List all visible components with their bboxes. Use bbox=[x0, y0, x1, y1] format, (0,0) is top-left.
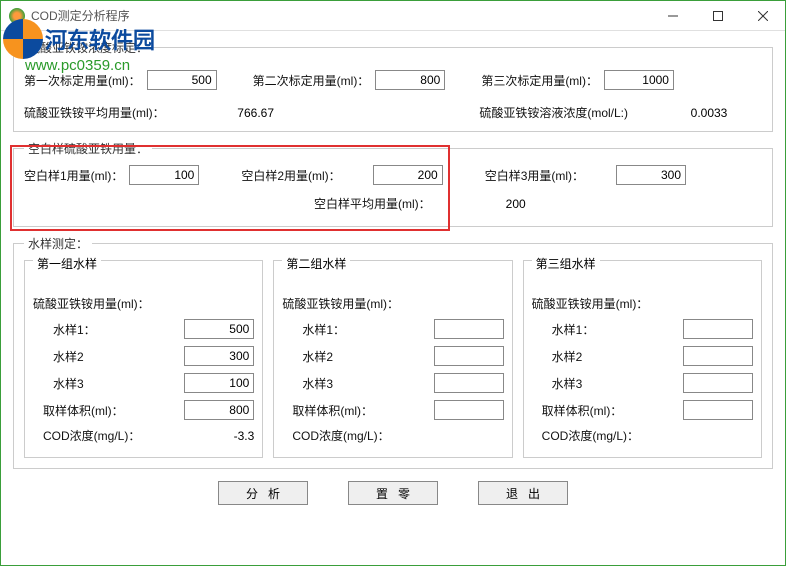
sample-group-2: 第二组水样硫酸亚铁铵用量(ml)：水样1：水样2水样3取样体积(ml)：COD浓… bbox=[273, 260, 512, 458]
cal1-input[interactable] bbox=[147, 70, 217, 90]
calibration-legend: 硫酸亚铁铵浓度标定： bbox=[24, 39, 152, 56]
window-title: COD测定分析程序 bbox=[31, 7, 650, 24]
s2-input[interactable] bbox=[184, 346, 254, 366]
blank3-input[interactable] bbox=[616, 165, 686, 185]
vol-input[interactable] bbox=[434, 400, 504, 420]
reset-button[interactable]: 置零 bbox=[348, 481, 438, 505]
cal-conc-label: 硫酸亚铁铵溶液浓度(mol/L:) bbox=[479, 104, 628, 121]
cal-avg-value: 766.67 bbox=[221, 106, 291, 120]
minimize-button[interactable] bbox=[650, 1, 695, 31]
cod-label: COD浓度(mg/L)： bbox=[33, 427, 143, 444]
blank2-label: 空白样2用量(ml)： bbox=[241, 167, 340, 184]
sample-group-1: 第一组水样硫酸亚铁铵用量(ml)：水样1：水样2水样3取样体积(ml)：COD浓… bbox=[24, 260, 263, 458]
button-bar: 分析 置零 退出 bbox=[13, 481, 773, 505]
blank2-input[interactable] bbox=[373, 165, 443, 185]
group-title: 第二组水样 bbox=[282, 255, 350, 272]
highlight-box bbox=[10, 145, 450, 231]
group-title: 第三组水样 bbox=[532, 255, 600, 272]
s2-label: 水样2 bbox=[33, 348, 143, 365]
fas-label: 硫酸亚铁铵用量(ml)： bbox=[532, 295, 649, 312]
cal3-label: 第三次标定用量(ml)： bbox=[481, 72, 598, 89]
blank-avg-value: 200 bbox=[481, 197, 551, 211]
blank1-label: 空白样1用量(ml)： bbox=[24, 167, 123, 184]
s3-input[interactable] bbox=[683, 373, 753, 393]
s3-input[interactable] bbox=[434, 373, 504, 393]
s2-label: 水样2 bbox=[282, 348, 392, 365]
blank-avg-label: 空白样平均用量(ml)： bbox=[314, 195, 431, 212]
window-controls bbox=[650, 1, 785, 30]
exit-button[interactable]: 退出 bbox=[478, 481, 568, 505]
cod-value: -3.3 bbox=[194, 429, 254, 443]
cal2-label: 第二次标定用量(ml)： bbox=[253, 72, 370, 89]
cal-conc-value: 0.0033 bbox=[674, 106, 744, 120]
cal2-input[interactable] bbox=[375, 70, 445, 90]
analyze-button[interactable]: 分析 bbox=[218, 481, 308, 505]
s1-label: 水样1： bbox=[33, 321, 143, 338]
calibration-group: 硫酸亚铁铵浓度标定： 第一次标定用量(ml)： 第二次标定用量(ml)： 第三次… bbox=[13, 39, 773, 132]
s3-label: 水样3 bbox=[532, 375, 642, 392]
samples-legend: 水样测定： bbox=[24, 235, 92, 252]
vol-label: 取样体积(ml)： bbox=[532, 402, 642, 419]
cal-avg-label: 硫酸亚铁铵平均用量(ml)： bbox=[24, 104, 165, 121]
close-button[interactable] bbox=[740, 1, 785, 31]
s1-input[interactable] bbox=[683, 319, 753, 339]
vol-input[interactable] bbox=[184, 400, 254, 420]
vol-label: 取样体积(ml)： bbox=[282, 402, 392, 419]
titlebar: COD测定分析程序 bbox=[1, 1, 785, 31]
blank-legend: 空白样硫酸亚铁用量： bbox=[24, 140, 152, 157]
maximize-button[interactable] bbox=[695, 1, 740, 31]
s2-label: 水样2 bbox=[532, 348, 642, 365]
s1-input[interactable] bbox=[184, 319, 254, 339]
s2-input[interactable] bbox=[683, 346, 753, 366]
blank-group: 空白样硫酸亚铁用量： 空白样1用量(ml)： 空白样2用量(ml)： 空白样3用… bbox=[13, 140, 773, 227]
s3-label: 水样3 bbox=[33, 375, 143, 392]
vol-label: 取样体积(ml)： bbox=[33, 402, 143, 419]
group-title: 第一组水样 bbox=[33, 255, 101, 272]
cal3-input[interactable] bbox=[604, 70, 674, 90]
samples-group: 水样测定： 第一组水样硫酸亚铁铵用量(ml)： 水样1： 水样2 水样3 取样体积(ml… bbox=[13, 235, 773, 469]
s1-label: 水样1： bbox=[282, 321, 392, 338]
s3-label: 水样3 bbox=[282, 375, 392, 392]
app-icon bbox=[9, 8, 25, 24]
s1-label: 水样1： bbox=[532, 321, 642, 338]
sample-group-3: 第三组水样硫酸亚铁铵用量(ml)：水样1：水样2水样3取样体积(ml)：COD浓… bbox=[523, 260, 762, 458]
s3-input[interactable] bbox=[184, 373, 254, 393]
fas-label: 硫酸亚铁铵用量(ml)： bbox=[282, 295, 399, 312]
blank3-label: 空白样3用量(ml)： bbox=[485, 167, 584, 184]
s1-input[interactable] bbox=[434, 319, 504, 339]
cod-label: COD浓度(mg/L)： bbox=[532, 427, 642, 444]
s2-input[interactable] bbox=[434, 346, 504, 366]
vol-input[interactable] bbox=[683, 400, 753, 420]
cal1-label: 第一次标定用量(ml)： bbox=[24, 72, 141, 89]
cod-label: COD浓度(mg/L)： bbox=[282, 427, 392, 444]
fas-label: 硫酸亚铁铵用量(ml)： bbox=[33, 295, 150, 312]
blank1-input[interactable] bbox=[129, 165, 199, 185]
